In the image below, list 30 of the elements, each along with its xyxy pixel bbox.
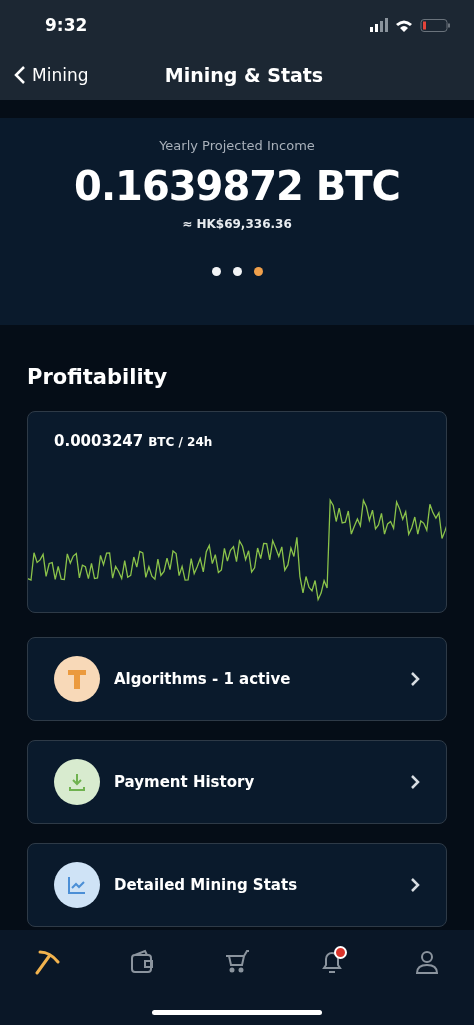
fiat-amount: ≈ HK$69,336.36 (182, 217, 292, 231)
download-icon (67, 772, 87, 792)
menu-row[interactable]: Detailed Mining Stats (27, 843, 447, 927)
chevron-left-icon (14, 65, 26, 85)
cart-icon (224, 949, 250, 975)
income-caption: Yearly Projected Income (159, 138, 315, 153)
menu-label: Algorithms - 1 active (114, 670, 292, 688)
battery-icon (420, 18, 450, 32)
page-dot[interactable] (232, 267, 242, 276)
section-title: Profitability (27, 365, 169, 389)
chevron-right-icon (410, 774, 420, 790)
menu-row[interactable]: Algorithms - 1 active (27, 637, 447, 721)
person-icon (413, 949, 440, 975)
income-amount: 0.1639872 BTC (74, 163, 400, 209)
line-chart-icon (67, 875, 87, 895)
status-time: 9:32 (45, 15, 88, 35)
signal-icon (370, 18, 388, 32)
wallet-icon (129, 949, 156, 975)
page-dot[interactable] (253, 267, 263, 276)
menu-label: Detailed Mining Stats (114, 876, 299, 894)
back-button[interactable]: Mining (14, 65, 89, 85)
menu-label: Payment History (114, 773, 256, 791)
profit-value: 0.0003247 (54, 432, 144, 450)
page-dot[interactable] (211, 267, 221, 276)
menu-row[interactable]: Payment History (27, 740, 447, 824)
wifi-icon (396, 18, 412, 32)
chevron-right-icon (410, 671, 420, 687)
profit-unit: BTC / 24h (148, 435, 213, 449)
screen-title: Mining & Stats (164, 64, 324, 86)
chevron-right-icon (410, 877, 420, 893)
